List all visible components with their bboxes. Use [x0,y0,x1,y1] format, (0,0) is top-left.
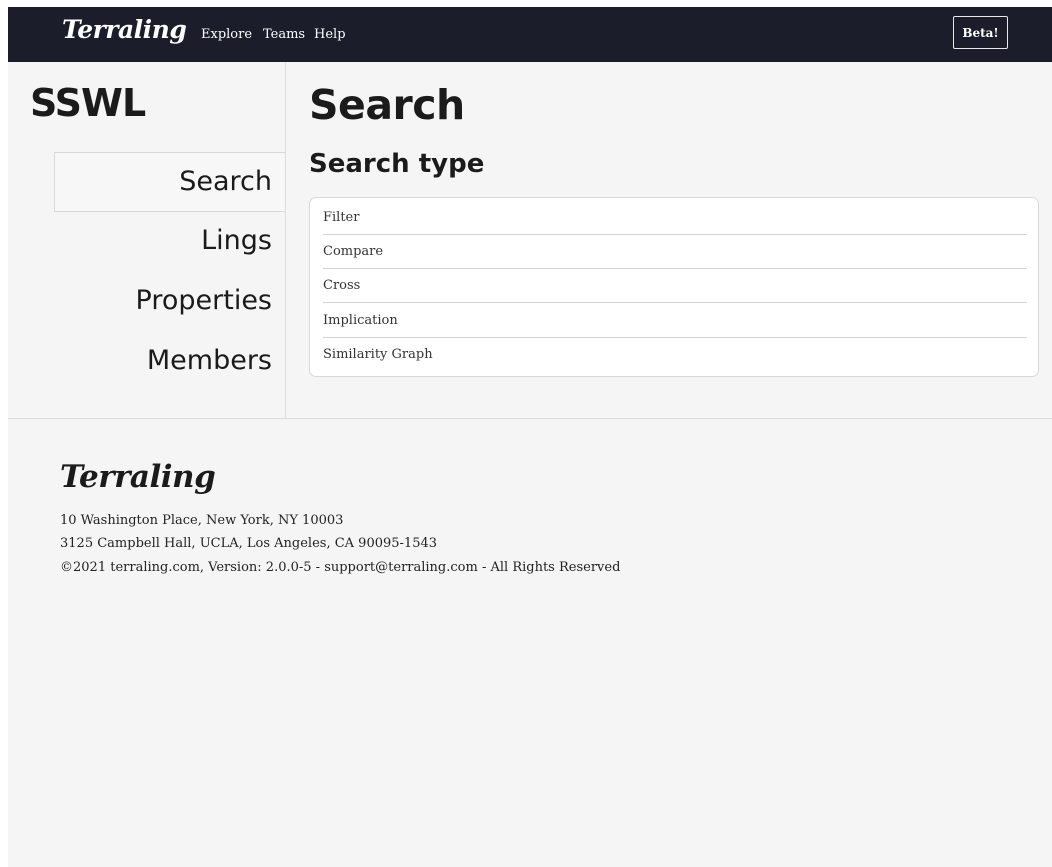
page-title: Search [309,81,465,129]
search-type-implication[interactable]: Implication [323,304,1027,338]
sidebar-item-members[interactable]: Members [54,332,272,392]
search-type-filter[interactable]: Filter [323,201,1027,235]
nav-link-explore[interactable]: Explore [201,27,252,42]
search-type-cross[interactable]: Cross [323,269,1027,303]
sidebar-item-properties[interactable]: Properties [54,272,272,332]
footer-address-2: 3125 Campbell Hall, UCLA, Los Angeles, C… [60,536,438,551]
sidebar: SSWL Search Lings Properties Members [8,62,286,418]
footer-brand-logo: Terraling [60,459,216,495]
page: Terraling Explore Teams Help Beta! SSWL … [8,7,1052,867]
beta-button[interactable]: Beta! [953,16,1008,49]
nav-link-teams[interactable]: Teams [263,27,305,42]
top-navbar: Terraling Explore Teams Help Beta! [8,7,1052,62]
footer-address-1: 10 Washington Place, New York, NY 10003 [60,513,344,528]
search-type-similarity-graph[interactable]: Similarity Graph [323,338,1027,372]
sidebar-item-lings[interactable]: Lings [54,212,272,272]
nav-link-help[interactable]: Help [314,27,346,42]
site-title: SSWL [30,81,146,125]
search-type-compare[interactable]: Compare [323,235,1027,269]
sidebar-item-search[interactable]: Search [54,152,285,212]
footer-divider [8,418,1052,419]
footer-copyright: ©2021 terraling.com, Version: 2.0.0-5 - … [60,560,621,575]
search-type-list: Filter Compare Cross Implication Similar… [309,197,1039,377]
navbar-brand-logo[interactable]: Terraling [62,15,187,44]
section-title: Search type [309,149,485,179]
